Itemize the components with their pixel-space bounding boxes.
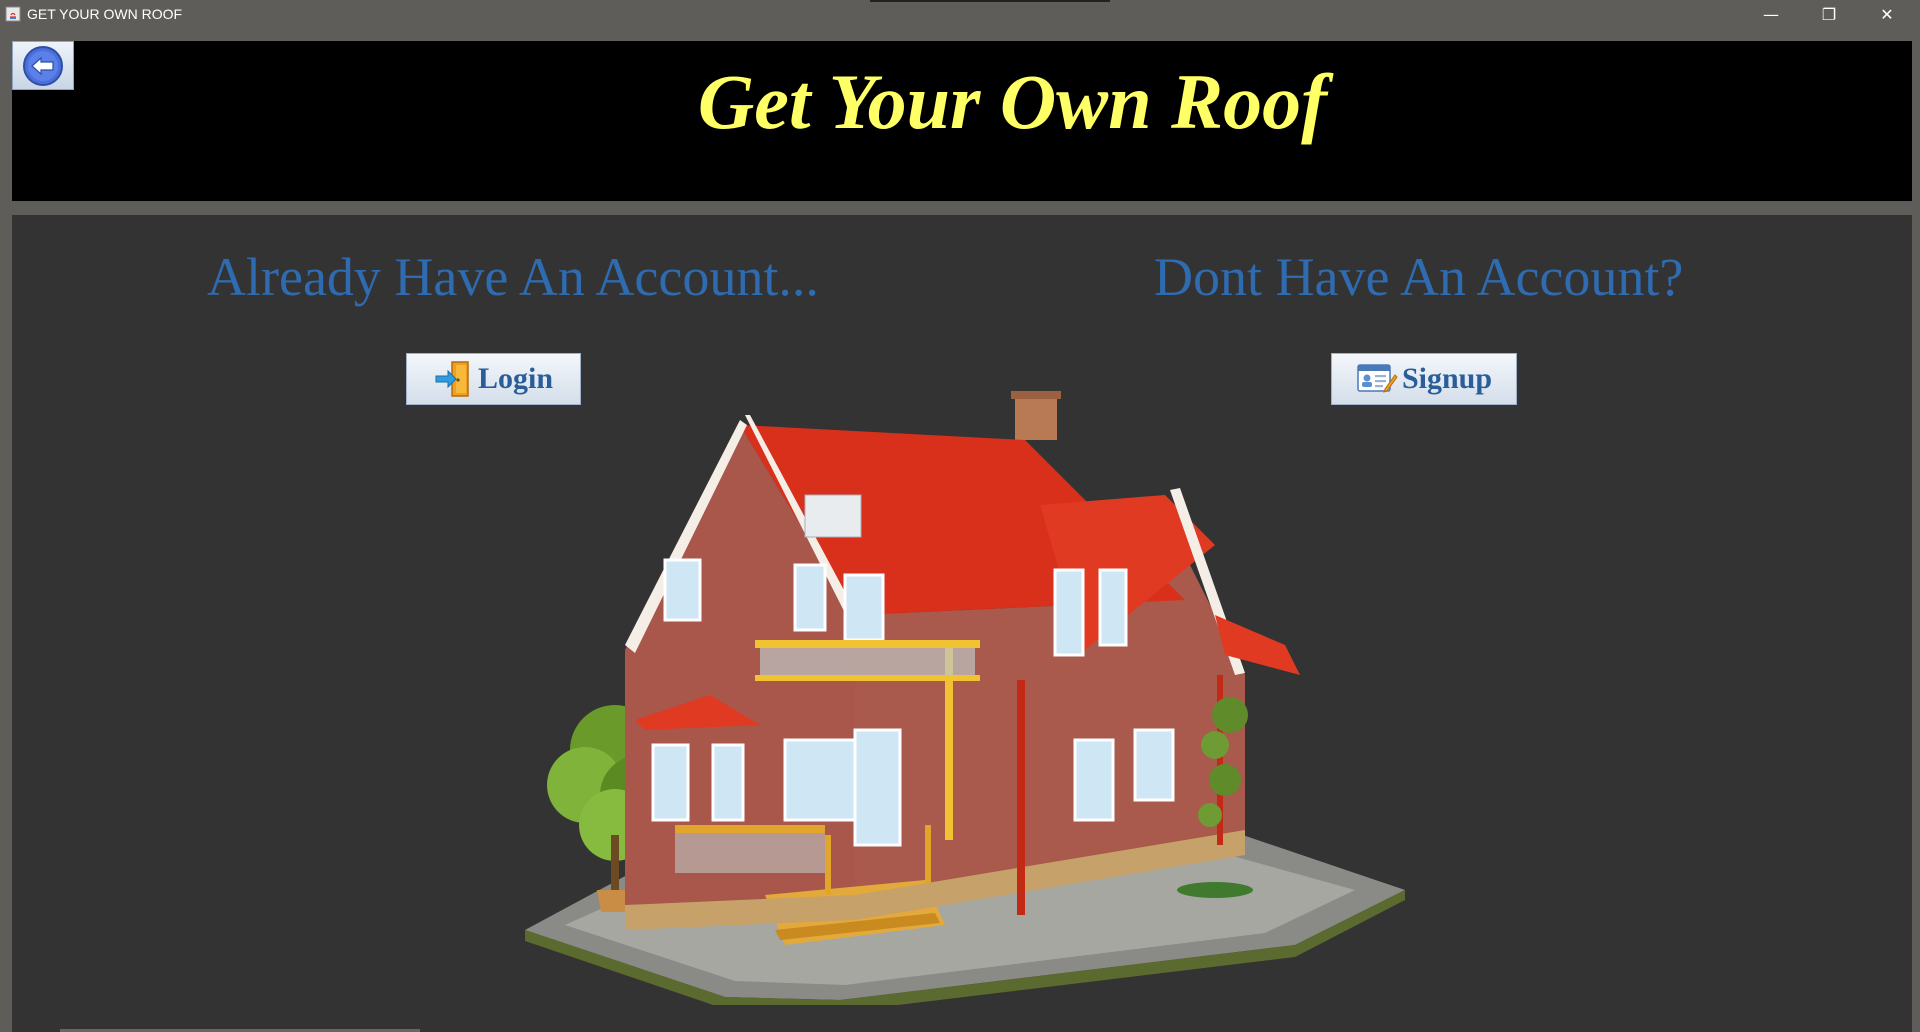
door-enter-icon	[435, 361, 469, 397]
java-app-icon	[5, 6, 21, 22]
page-title: Get Your Own Roof	[697, 58, 1328, 145]
maximize-button[interactable]: ❐	[1800, 0, 1858, 29]
window-title: GET YOUR OWN ROOF	[27, 6, 183, 22]
titlebar-divider	[870, 0, 1110, 2]
login-heading: Already Have An Account...	[207, 247, 819, 307]
minimize-button[interactable]: —	[1742, 0, 1800, 29]
house-illustration	[525, 391, 1405, 1005]
signup-heading: Dont Have An Account?	[1154, 247, 1684, 307]
window-titlebar: GET YOUR OWN ROOF — ❐ ✕	[0, 0, 1920, 29]
close-button[interactable]: ✕	[1858, 0, 1916, 29]
